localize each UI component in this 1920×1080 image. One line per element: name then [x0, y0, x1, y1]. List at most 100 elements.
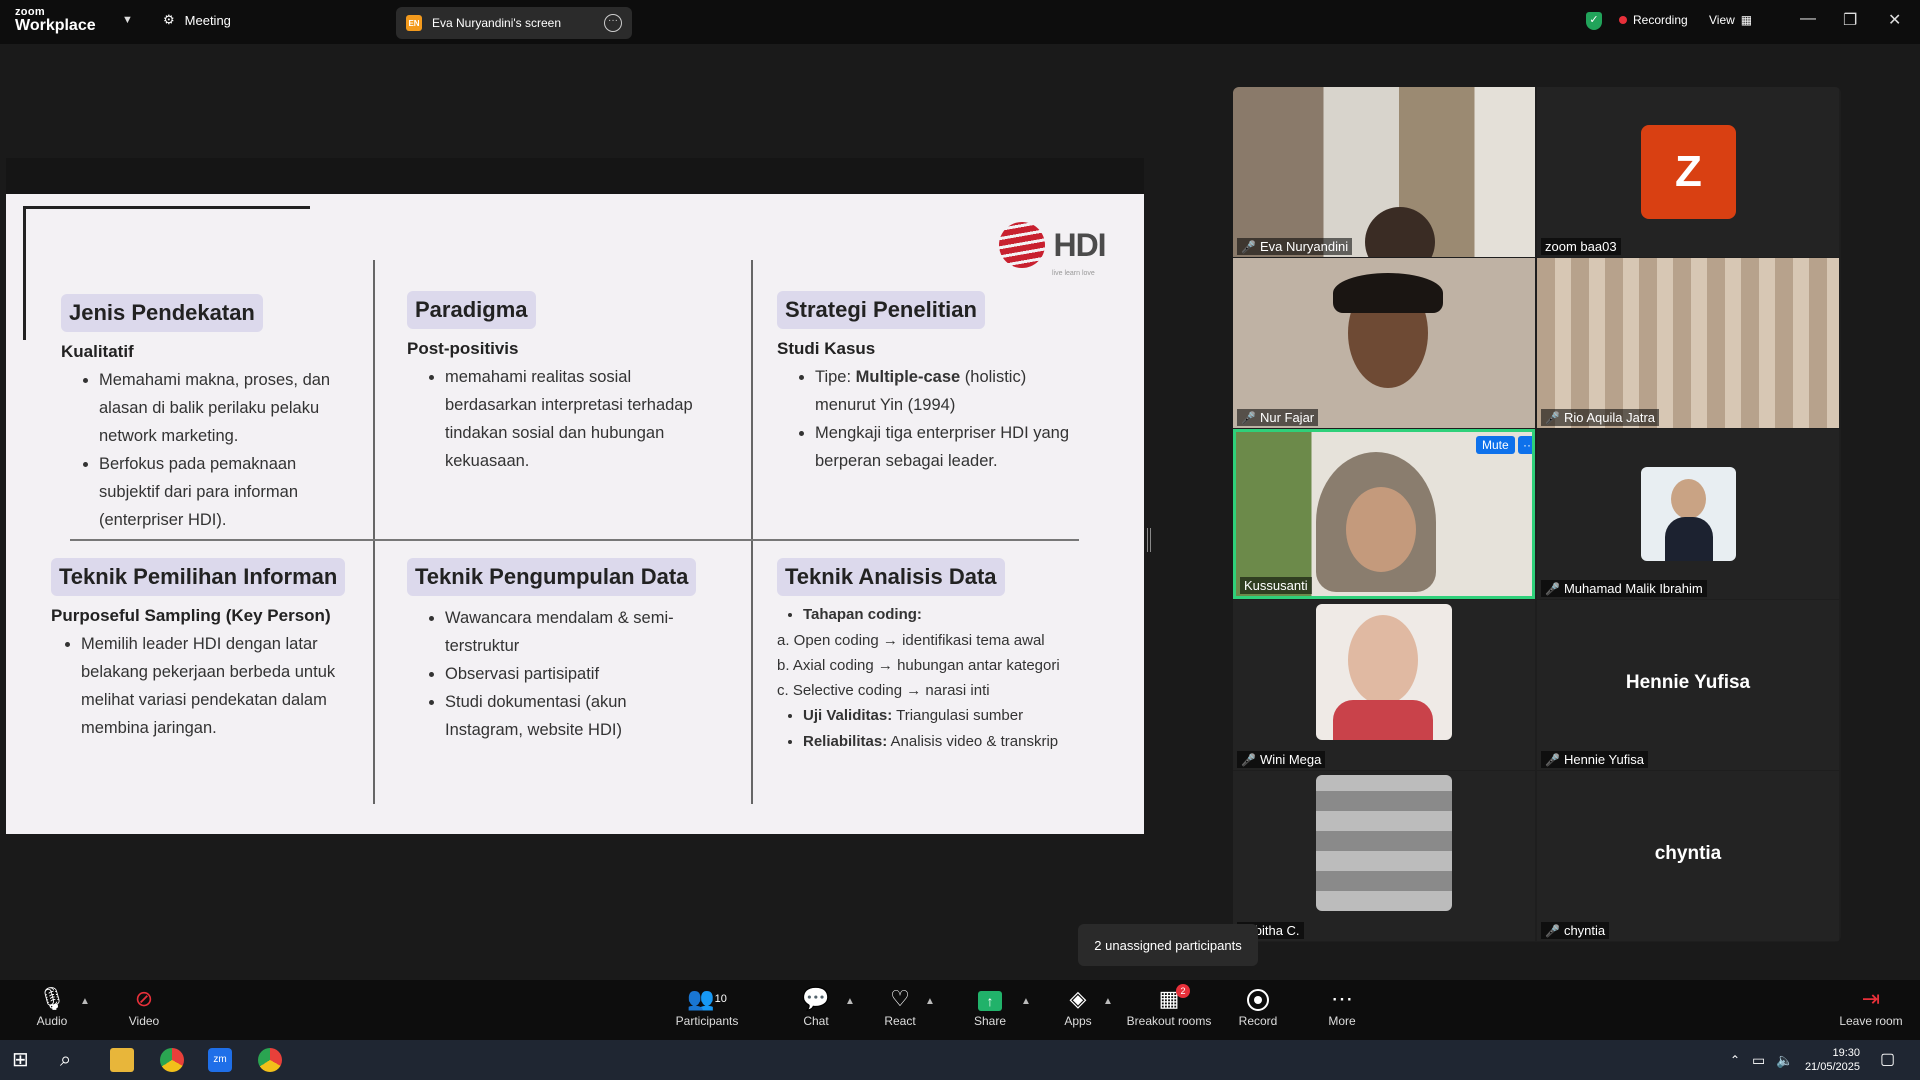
- windows-taskbar: ⊞ ⌕ zm 19:30 21/05/2025 ⌃ ▭ 🔈 ▢: [0, 1040, 1920, 1080]
- coding-step: c. Selective coding → narasi inti: [777, 682, 990, 699]
- section-title: Teknik Analisis Data: [777, 558, 1005, 596]
- section-paradigma: Paradigma Post-positivis memahami realit…: [407, 291, 717, 475]
- text-fragment: Tipe:: [815, 368, 856, 386]
- screen-share-indicator[interactable]: EN Eva Nuryandini's screen ···: [396, 7, 632, 39]
- leave-room-button[interactable]: ⇥ Leave room: [1836, 986, 1906, 1028]
- mic-muted-icon: 🎤: [1545, 923, 1560, 938]
- video-tile[interactable]: Tabitha C.: [1233, 771, 1535, 941]
- video-tile[interactable]: chyntia 🎤 chyntia: [1537, 771, 1839, 941]
- apps-options-caret-icon[interactable]: ▲: [1103, 996, 1113, 1007]
- mute-participant-button[interactable]: Mute: [1476, 436, 1515, 454]
- apps-button[interactable]: ◈ Apps: [1058, 986, 1098, 1028]
- video-tile[interactable]: 🎤 Muhamad Malik Ibrahim: [1537, 429, 1839, 599]
- more-options-icon[interactable]: ···: [604, 14, 622, 32]
- view-button[interactable]: View ▦: [1709, 13, 1752, 27]
- participant-name: chyntia: [1563, 923, 1606, 938]
- section-subtitle: Purposeful Sampling (Key Person): [51, 606, 331, 625]
- list-item: Memilih leader HDI dengan latar belakang…: [81, 630, 371, 742]
- participant-name: Rio Aquila Jatra: [1563, 410, 1656, 425]
- hdi-globe-icon: [999, 222, 1045, 268]
- section-jenis-pendekatan: Jenis Pendekatan Kualitatif Memahami mak…: [61, 294, 361, 534]
- video-button[interactable]: ⊘ Video: [122, 986, 166, 1028]
- security-shield-icon[interactable]: ✓: [1586, 12, 1602, 30]
- chat-button[interactable]: 💬 Chat: [796, 986, 836, 1028]
- section-subtitle: Kualitatif: [61, 342, 134, 361]
- grid-icon: ▦: [1740, 13, 1753, 27]
- volume-icon[interactable]: 🔈: [1776, 1048, 1800, 1072]
- share-label: Share: [973, 1014, 1007, 1028]
- video-tile[interactable]: 🎤 Nur Fajar: [1233, 258, 1535, 428]
- hdi-logo: HDI live learn love: [999, 222, 1107, 277]
- react-button[interactable]: ♡ React: [880, 986, 920, 1028]
- participants-button[interactable]: 👥10 Participants: [671, 986, 743, 1028]
- section-strategi-penelitian: Strategi Penelitian Studi Kasus Tipe: Mu…: [777, 291, 1077, 475]
- title-bar: zoom Workplace ▼ ⚙ Meeting EN Eva Nuryan…: [0, 0, 1920, 44]
- more-button[interactable]: ⋯ More: [1322, 986, 1362, 1028]
- resize-handle[interactable]: [1147, 528, 1151, 552]
- list-item: memahami realitas sosial berdasarkan int…: [445, 363, 717, 475]
- more-icon: ⋯: [1331, 986, 1353, 1011]
- participant-display-name: Hennie Yufisa: [1625, 672, 1751, 693]
- text-fragment: Analisis video & transkrip: [887, 733, 1059, 750]
- column-divider: [751, 260, 753, 804]
- mic-muted-icon: 🎤: [1241, 410, 1256, 425]
- coding-step: b. Axial coding → hubungan antar kategor…: [777, 657, 1060, 674]
- chat-options-caret-icon[interactable]: ▲: [845, 996, 855, 1007]
- participant-name-label: 🎤 Hennie Yufisa: [1541, 751, 1648, 768]
- chrome-icon[interactable]: [160, 1048, 184, 1072]
- search-icon[interactable]: ⌕: [60, 1048, 84, 1072]
- video-tile[interactable]: Hennie Yufisa 🎤 Hennie Yufisa: [1537, 600, 1839, 770]
- video-tile[interactable]: Z zoom baa03: [1537, 87, 1839, 257]
- record-button[interactable]: Record: [1238, 986, 1278, 1028]
- tray-chevron-icon[interactable]: ⌃: [1730, 1048, 1754, 1072]
- participant-more-button[interactable]: ···: [1518, 436, 1532, 454]
- video-tile[interactable]: 🎤 Wini Mega: [1233, 600, 1535, 770]
- participant-name-label: 🎤 chyntia: [1541, 922, 1610, 939]
- meeting-toolbar: 🎙 Audio ▲ ⊘ Video 👥10 Participants 💬 Cha…: [0, 980, 1920, 1040]
- minimize-icon[interactable]: —: [1800, 10, 1816, 28]
- system-clock[interactable]: 19:30 21/05/2025: [1805, 1046, 1860, 1074]
- share-options-caret-icon[interactable]: ▲: [1021, 996, 1031, 1007]
- react-options-caret-icon[interactable]: ▲: [925, 996, 935, 1007]
- profile-picture: [1316, 775, 1452, 911]
- section-subtitle: Post-positivis: [407, 339, 519, 358]
- audio-options-caret-icon[interactable]: ▲: [80, 996, 90, 1007]
- chevron-down-icon[interactable]: ▼: [122, 14, 133, 26]
- chrome-profile-icon[interactable]: [258, 1048, 282, 1072]
- coding-step: a. Open coding → identifikasi tema awal: [777, 632, 1045, 649]
- file-explorer-icon[interactable]: [110, 1048, 134, 1072]
- participant-face: [1348, 615, 1418, 705]
- participant-name: Muhamad Malik Ibrahim: [1563, 581, 1703, 596]
- breakout-rooms-button[interactable]: ▦ 2 Breakout rooms: [1124, 984, 1214, 1028]
- video-feed: [1537, 258, 1839, 428]
- restore-icon[interactable]: ❐: [1843, 10, 1857, 30]
- participant-name-label: Kussusanti: [1240, 577, 1312, 594]
- windows-start-icon[interactable]: ⊞: [12, 1048, 36, 1072]
- share-button[interactable]: ↑ Share: [970, 986, 1010, 1028]
- more-label: More: [1328, 1014, 1356, 1028]
- unassigned-participants-tooltip: 2 unassigned participants: [1078, 924, 1258, 966]
- participant-name: Kussusanti: [1244, 578, 1308, 593]
- meeting-menu-button[interactable]: ⚙ Meeting: [163, 12, 231, 28]
- close-icon[interactable]: ✕: [1888, 10, 1901, 30]
- text-fragment: Triangulasi sumber: [892, 707, 1024, 724]
- meeting-label: Meeting: [184, 12, 231, 28]
- list-item: Tahapan coding:: [803, 602, 1097, 628]
- react-label: React: [884, 1014, 916, 1028]
- participant-gallery: 🎤 Eva Nuryandini Z zoom baa03 🎤 Nur Fajar …: [1233, 87, 1841, 942]
- video-tile[interactable]: 🎤 Eva Nuryandini: [1233, 87, 1535, 257]
- notifications-icon[interactable]: ▢: [1880, 1048, 1904, 1072]
- mic-muted-icon: 🎤: [1545, 752, 1560, 767]
- text-fragment-bold: Reliabilitas:: [803, 733, 888, 750]
- audio-button[interactable]: 🎙 Audio: [30, 986, 74, 1028]
- participant-suit: [1665, 517, 1713, 561]
- participant-name: zoom baa03: [1545, 239, 1617, 254]
- recording-indicator[interactable]: Recording: [1619, 13, 1688, 27]
- network-icon[interactable]: ▭: [1752, 1048, 1776, 1072]
- video-tile[interactable]: 🎤 Rio Aquila Jatra: [1537, 258, 1839, 428]
- record-label: Record: [1238, 1014, 1278, 1028]
- zoom-taskbar-icon[interactable]: zm: [208, 1048, 232, 1072]
- participant-clothes: [1333, 700, 1433, 740]
- video-tile-active-speaker[interactable]: Mute ··· Kussusanti: [1233, 429, 1535, 599]
- list-item: Tipe: Multiple-case (holistic) menurut Y…: [815, 363, 1077, 419]
